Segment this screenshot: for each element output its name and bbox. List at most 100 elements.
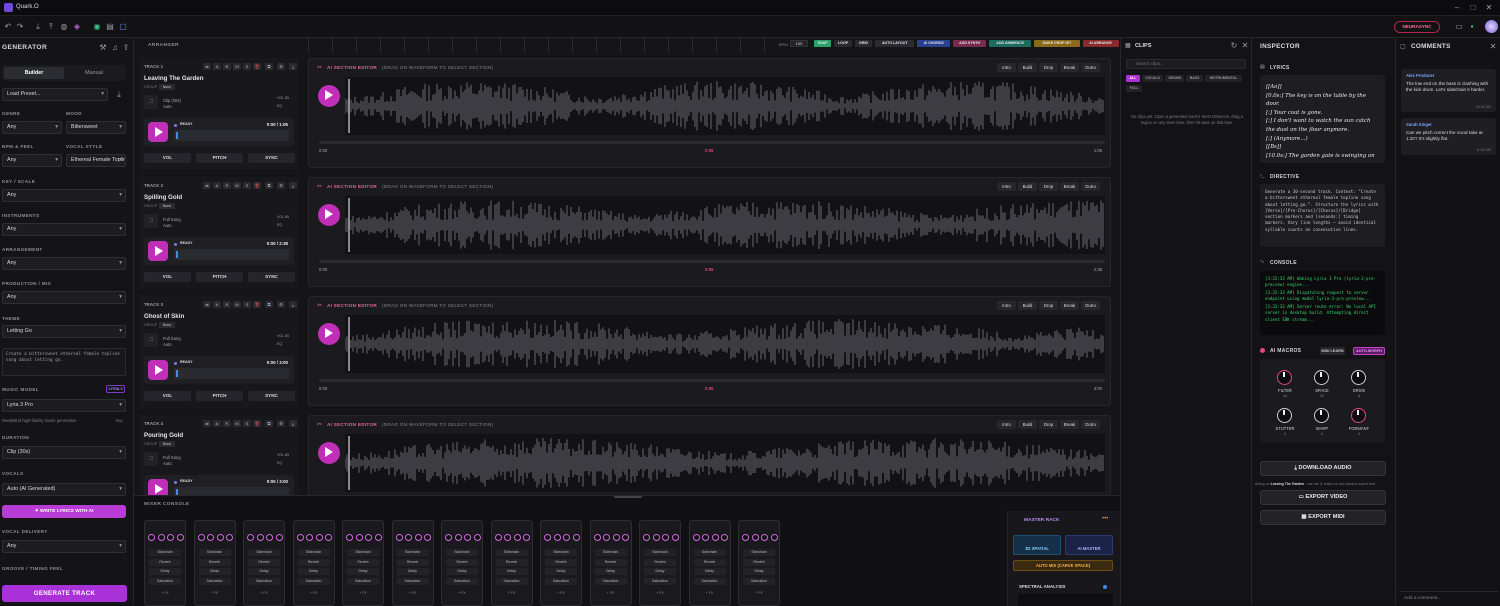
editor-scrollbar[interactable] <box>319 141 1105 144</box>
section-intro-button[interactable]: Intro <box>997 301 1016 310</box>
save-preset-icon[interactable]: ⤓ <box>114 90 124 100</box>
section-build-button[interactable]: Build <box>1018 63 1037 72</box>
delete-track-icon[interactable]: 🗑 <box>253 63 261 70</box>
send-reverb[interactable]: Reverb <box>594 558 627 566</box>
send-saturation[interactable]: Saturation <box>495 577 528 585</box>
add-fx-button[interactable]: + FX <box>644 590 676 597</box>
send-sidechain[interactable]: Sidechain <box>297 549 330 556</box>
toggle-loop[interactable]: LOOP <box>834 40 852 47</box>
play-button[interactable] <box>148 241 168 261</box>
mini-knob-icon[interactable] <box>572 534 580 541</box>
add-fx-button[interactable]: + FX <box>397 590 429 597</box>
theme-input[interactable]: Letting Go <box>2 325 126 338</box>
globe-icon[interactable]: ◍ <box>59 22 69 32</box>
section-intro-button[interactable]: Intro <box>997 420 1016 429</box>
send-sidechain[interactable]: Sidechain <box>248 549 280 556</box>
send-sidechain[interactable]: Sidechain <box>446 549 478 556</box>
section-break-button[interactable]: Break <box>1060 420 1079 429</box>
tab-builder[interactable]: Builder <box>4 67 64 79</box>
genre-select[interactable]: Any <box>2 121 62 134</box>
send-sidechain[interactable]: Sidechain <box>743 549 775 556</box>
mixer-handle[interactable] <box>614 496 642 498</box>
settings-icon[interactable]: ⚙ <box>277 182 285 189</box>
group-select[interactable]: None <box>159 322 175 328</box>
section-outro-button[interactable]: Outro <box>1081 420 1100 429</box>
refresh-icon[interactable]: ↻ <box>1229 41 1239 51</box>
send-delay[interactable]: Delay <box>594 568 627 575</box>
track-mini-button[interactable]: ⇄ <box>203 63 211 70</box>
sync-button[interactable]: SYNC <box>248 153 295 163</box>
macro-knob-space[interactable] <box>1314 370 1329 385</box>
section-drop-button[interactable]: Drop <box>1039 182 1058 191</box>
toggle-grid[interactable]: GRID <box>854 40 873 47</box>
vocals-select[interactable]: Auto (AI Generated) <box>2 483 126 496</box>
send-reverb[interactable]: Reverb <box>545 558 577 566</box>
mini-knob-icon[interactable] <box>176 534 184 541</box>
upload-icon[interactable]: ⤒ <box>46 22 56 32</box>
send-saturation[interactable]: Saturation <box>297 577 330 585</box>
add-fx-button[interactable]: + FX <box>595 590 627 597</box>
download-icon[interactable]: ⤓ <box>33 22 43 32</box>
send-delay[interactable]: Delay <box>396 568 429 575</box>
macro-knob-stutter[interactable] <box>1277 408 1292 423</box>
section-break-button[interactable]: Break <box>1060 182 1079 191</box>
clip-filter-all[interactable]: ALL <box>1126 75 1140 82</box>
send-delay[interactable]: Delay <box>248 568 280 575</box>
sync-button[interactable]: SYNC <box>248 391 295 401</box>
add-fx-button[interactable]: + FX <box>248 590 280 597</box>
mini-knob-icon[interactable] <box>148 534 155 541</box>
mini-knob-icon[interactable] <box>296 534 304 541</box>
mini-knob-icon[interactable] <box>445 534 452 541</box>
mini-knob-icon[interactable] <box>365 534 372 541</box>
delete-track-icon[interactable]: 🗑 <box>253 301 261 308</box>
section-outro-button[interactable]: Outro <box>1081 182 1100 191</box>
production-select[interactable]: Any <box>2 291 126 304</box>
mini-knob-icon[interactable] <box>612 534 620 541</box>
send-saturation[interactable]: Saturation <box>545 577 577 585</box>
send-delay[interactable]: Delay <box>495 568 528 575</box>
mini-knob-icon[interactable] <box>662 534 669 541</box>
settings-icon[interactable]: ⚙ <box>277 301 285 308</box>
mini-knob-icon[interactable] <box>544 534 551 541</box>
add-fx-button[interactable]: + FX <box>743 590 775 597</box>
add-fx-button[interactable]: + FX <box>446 590 478 597</box>
delete-track-icon[interactable]: 🗑 <box>253 420 261 427</box>
neurasync-button[interactable]: NEURASYNC <box>1394 21 1440 33</box>
track-mini-button[interactable]: R <box>223 63 231 70</box>
send-saturation[interactable]: Saturation <box>248 577 280 585</box>
group-select[interactable]: None <box>159 441 175 447</box>
track-mini-button[interactable]: S <box>243 420 251 427</box>
track-mini-button[interactable]: R <box>223 420 231 427</box>
track-mini-button[interactable]: ⇄ <box>203 420 211 427</box>
duration-select[interactable]: Clip (30s) <box>2 446 126 459</box>
section-build-button[interactable]: Build <box>1018 182 1037 191</box>
bpm-input[interactable]: 100 <box>790 40 808 47</box>
macro-knob-warp[interactable] <box>1314 408 1329 423</box>
delivery-select[interactable]: Any <box>2 540 126 553</box>
clip-filter-drums[interactable]: DRUMS <box>1165 75 1185 82</box>
macro-knob-filter[interactable] <box>1277 370 1292 385</box>
section-outro-button[interactable]: Outro <box>1081 63 1100 72</box>
toggle-ai-arrange[interactable]: AI ARRANGE <box>1082 40 1119 47</box>
ai-master-button[interactable]: AI MASTER <box>1065 535 1113 555</box>
auto-morph-button[interactable]: AUTO-MORPH <box>1353 347 1385 355</box>
toggle-ai-chords[interactable]: AI CHORDS <box>917 40 951 47</box>
vocal-style-select[interactable]: Ethereal Female Topline <box>66 154 126 167</box>
mini-knob-icon[interactable] <box>751 534 759 541</box>
spatial-button[interactable]: 3D SPATIAL <box>1013 535 1061 555</box>
mini-knob-icon[interactable] <box>523 534 530 541</box>
mini-knob-icon[interactable] <box>692 534 700 541</box>
download-track-icon[interactable]: ⤓ <box>289 182 297 189</box>
add-fx-button[interactable]: + FX <box>149 590 181 597</box>
midi-learn-button[interactable]: MIDI LEARN <box>1320 347 1345 355</box>
track-mini-button[interactable]: ⇄ <box>203 301 211 308</box>
send-reverb[interactable]: Reverb <box>495 558 528 566</box>
editor-play-button[interactable] <box>318 323 340 345</box>
send-sidechain[interactable]: Sidechain <box>545 549 577 556</box>
send-delay[interactable]: Delay <box>297 568 330 575</box>
share-icon[interactable]: ⇪ <box>121 43 131 53</box>
mini-knob-icon[interactable] <box>256 534 264 541</box>
send-saturation[interactable]: Saturation <box>446 577 478 585</box>
send-saturation[interactable]: Saturation <box>396 577 429 585</box>
send-reverb[interactable]: Reverb <box>149 558 181 566</box>
